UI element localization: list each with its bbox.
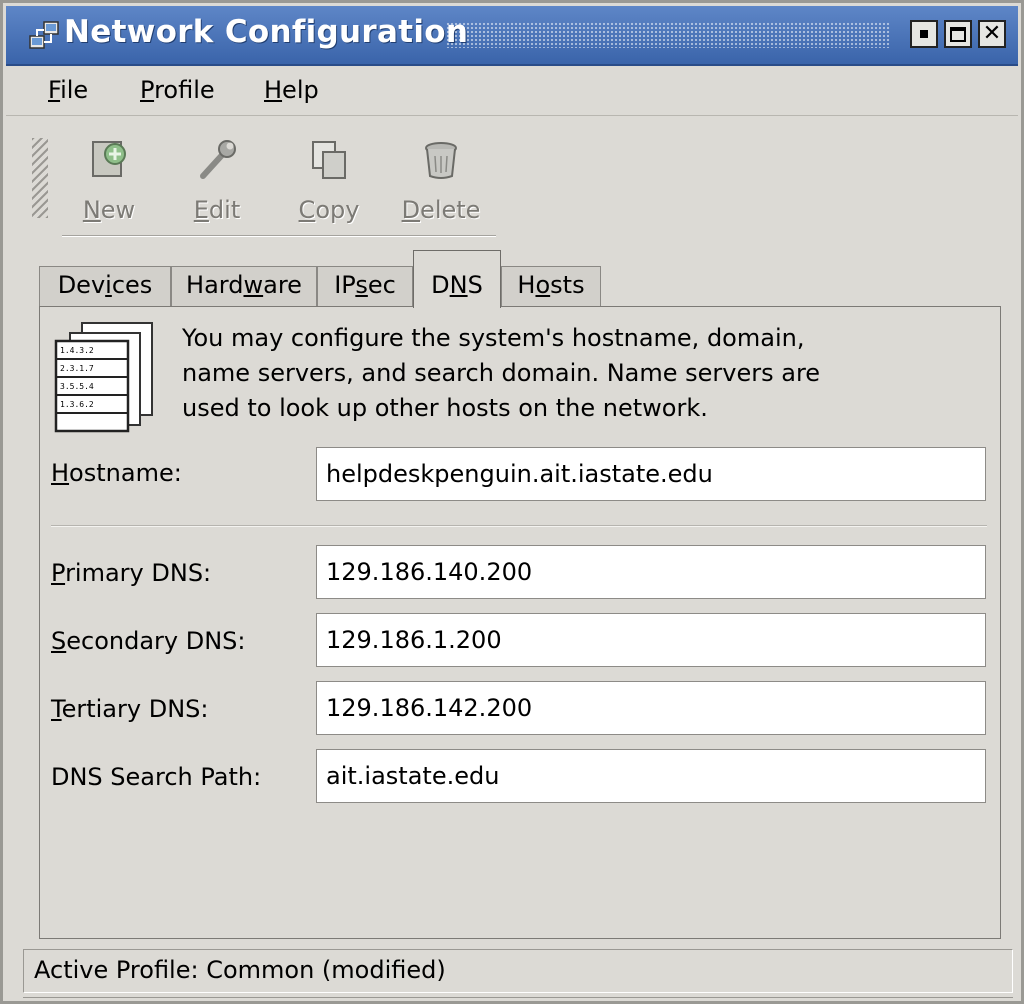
tertiary-dns-input[interactable] [316, 681, 986, 735]
network-configuration-window: Network Configuration ✕ File Profile Hel… [0, 0, 1024, 1004]
wrench-icon [200, 140, 236, 179]
network-app-icon [29, 21, 59, 49]
toolbar: New Edit Copy Delete [6, 118, 1018, 238]
svg-text:1.4.3.2: 1.4.3.2 [60, 346, 94, 355]
menu-profile[interactable]: Profile [136, 74, 219, 106]
copy-icon [312, 141, 346, 179]
menu-bar: File Profile Help [6, 66, 1018, 116]
dns-panel: 1.4.3.2 2.3.1.7 3.5.5.4 1.3.6.2 You may … [39, 306, 1001, 939]
svg-text:3.5.5.4: 3.5.5.4 [60, 382, 94, 391]
new-device-icon [92, 141, 126, 177]
toolbar-drag-handle[interactable] [32, 138, 48, 218]
menu-help[interactable]: Help [260, 74, 323, 106]
edit-label: Edit [193, 196, 241, 224]
secondary-dns-label: Secondary DNS: [51, 627, 246, 655]
title-grip [446, 22, 890, 48]
primary-dns-label: Primary DNS: [51, 559, 212, 587]
secondary-dns-input[interactable] [316, 613, 986, 667]
primary-dns-input[interactable] [316, 545, 986, 599]
svg-text:2.3.1.7: 2.3.1.7 [60, 364, 94, 373]
close-icon: ✕ [982, 21, 1002, 46]
dns-search-path-label: DNS Search Path: [51, 763, 262, 791]
menu-file[interactable]: File [44, 74, 92, 106]
toolbar-separator [62, 235, 496, 237]
hostname-label: Hostname: [51, 459, 182, 487]
window-title: Network Configuration [64, 14, 469, 50]
maximize-button[interactable] [944, 20, 972, 48]
maximize-icon [950, 26, 966, 42]
tertiary-dns-label: Tertiary DNS: [51, 695, 209, 723]
window-bottom-edge [23, 997, 1013, 1004]
tab-dns[interactable]: DNS [413, 250, 501, 308]
tab-hardware[interactable]: Hardware [171, 266, 317, 306]
copy-button[interactable]: Copy [282, 132, 376, 232]
delete-button[interactable]: Delete [394, 132, 488, 232]
new-button[interactable]: New [62, 132, 156, 232]
title-bar[interactable]: Network Configuration ✕ [6, 6, 1018, 66]
active-profile-status: Active Profile: Common (modified) [34, 956, 446, 984]
dns-table-icon: 1.4.3.2 2.3.1.7 3.5.5.4 1.3.6.2 [54, 322, 153, 433]
dns-description: You may configure the system's hostname,… [182, 324, 821, 422]
minimize-icon [920, 30, 928, 38]
copy-label: Copy [298, 196, 360, 224]
status-bar: Active Profile: Common (modified) [23, 949, 1013, 993]
close-button[interactable]: ✕ [978, 20, 1006, 48]
new-label: New [82, 196, 136, 224]
trash-icon [425, 142, 457, 179]
tab-hosts[interactable]: Hosts [501, 266, 601, 306]
edit-button[interactable]: Edit [170, 132, 264, 232]
tab-ipsec[interactable]: IPsec [317, 266, 413, 306]
minimize-button[interactable] [910, 20, 938, 48]
dns-search-path-input[interactable] [316, 749, 986, 803]
tab-devices[interactable]: Devices [39, 266, 171, 306]
svg-text:1.3.6.2: 1.3.6.2 [60, 400, 94, 409]
hostname-input[interactable] [316, 447, 986, 501]
field-divider [51, 525, 987, 527]
delete-label: Delete [401, 196, 481, 224]
